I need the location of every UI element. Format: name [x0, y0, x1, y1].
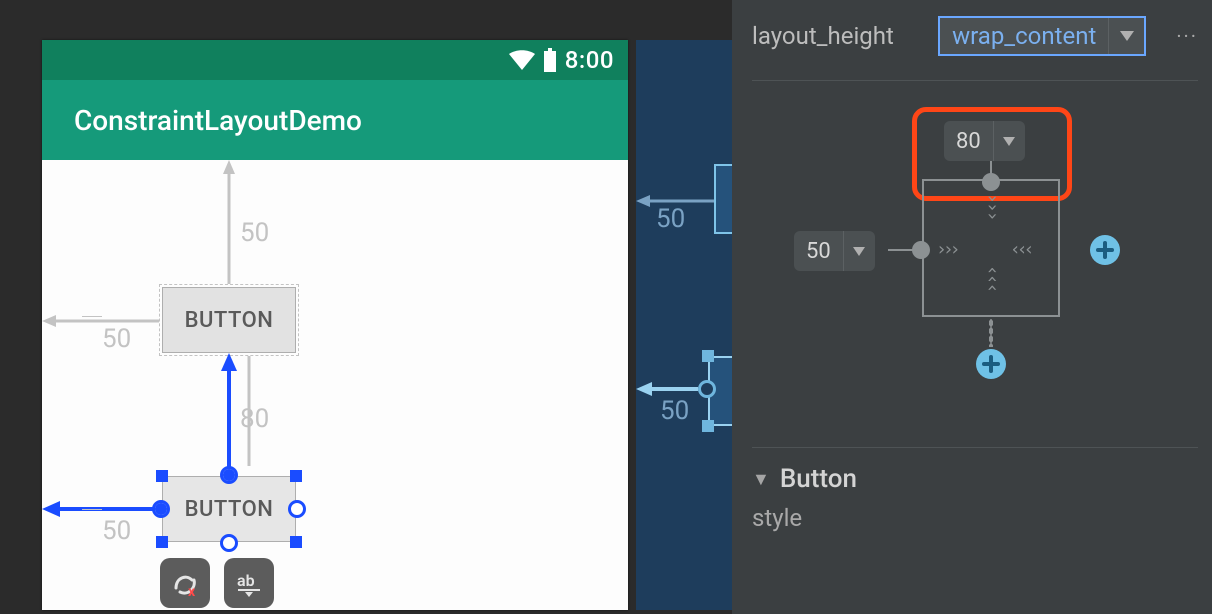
anchor-top[interactable] — [220, 466, 238, 484]
chevron-down-icon — [843, 231, 875, 271]
anchor-left[interactable] — [152, 500, 170, 518]
layout-height-value: wrap_content — [940, 22, 1108, 50]
ci-wrap-left: ››› — [936, 239, 957, 260]
bp-margin-left-1: 50 — [656, 204, 685, 234]
ci-wrap-top: ››› — [982, 193, 1003, 220]
constraint-inspector[interactable]: 80 50 ››› ‹‹‹ ››› ‹‹‹ — [752, 97, 1198, 447]
triangle-down-icon: ▼ — [752, 469, 770, 490]
wifi-icon — [509, 50, 535, 70]
selection-handle-br[interactable] — [290, 536, 302, 548]
blueprint-view[interactable]: 50 50 — [636, 40, 732, 610]
widget-button1[interactable]: BUTTON — [162, 287, 296, 353]
divider — [752, 80, 1198, 81]
margin-label-left-button2: 50 — [102, 516, 131, 546]
status-bar: 8:00 — [42, 40, 628, 80]
add-constraint-bottom[interactable] — [976, 349, 1006, 379]
design-canvas[interactable]: BUTTON 50 50 80 BUTTON — [42, 160, 628, 610]
app-bar: ConstraintLayoutDemo — [42, 80, 628, 160]
selection-action-row: x ab — [160, 558, 274, 608]
ci-wrap-bottom: ‹‹‹ — [982, 265, 1003, 292]
selection-handle-tr[interactable] — [290, 470, 302, 482]
status-clock: 8:00 — [565, 46, 614, 74]
divider — [752, 447, 1198, 448]
app-title: ConstraintLayoutDemo — [74, 104, 362, 137]
anchor-bottom[interactable] — [220, 534, 238, 552]
layout-height-dropdown[interactable]: wrap_content — [938, 16, 1146, 56]
selection-handle-tl[interactable] — [156, 470, 168, 482]
widget-button2-label: BUTTON — [185, 497, 274, 522]
attr-row-layout-height: layout_height wrap_content ··· — [752, 16, 1198, 56]
widget-button2[interactable]: BUTTON — [162, 476, 296, 542]
margin-left-value: 50 — [794, 239, 843, 264]
clear-constraints-button[interactable]: x — [160, 558, 210, 608]
margin-label-left-button1: 50 — [102, 324, 131, 354]
anchor-right[interactable] — [288, 500, 306, 518]
attr-label-style: style — [752, 504, 1198, 532]
margin-label-top-button1: 50 — [240, 218, 269, 248]
battery-icon — [543, 48, 557, 72]
margin-top-value: 80 — [944, 129, 993, 154]
svg-text:x: x — [188, 584, 196, 598]
margin-top-control[interactable]: 80 — [944, 121, 1025, 161]
attributes-panel: layout_height wrap_content ··· 80 50 — [732, 0, 1212, 614]
bp-handle-tl[interactable] — [702, 350, 714, 362]
chevron-down-icon — [1108, 18, 1144, 54]
section-title: Button — [780, 464, 857, 494]
baseline-left-b2 — [82, 509, 102, 510]
add-constraint-right[interactable] — [1090, 235, 1120, 265]
ci-wrap-right: ‹‹‹ — [1010, 239, 1031, 260]
constraint-arrow-top[interactable] — [214, 353, 244, 483]
chevron-down-icon — [993, 121, 1025, 161]
margin-label-vertical-80: 80 — [240, 404, 269, 434]
margin-left-control[interactable]: 50 — [794, 231, 875, 271]
section-header-button[interactable]: ▼ Button — [752, 464, 1198, 494]
bp-handle-bl[interactable] — [702, 420, 714, 432]
svg-text:ab: ab — [237, 571, 255, 590]
widget-button1-label: BUTTON — [185, 308, 274, 333]
edit-baseline-button[interactable]: ab — [224, 558, 274, 608]
selection-handle-bl[interactable] — [156, 536, 168, 548]
attr-label-layout-height: layout_height — [752, 22, 894, 50]
ci-stub-bottom — [989, 319, 993, 347]
bp-margin-left-2: 50 — [660, 396, 689, 426]
device-preview: 8:00 ConstraintLayoutDemo BUTTON 50 50 8… — [42, 40, 628, 610]
more-attributes-button[interactable]: ··· — [1166, 24, 1198, 48]
